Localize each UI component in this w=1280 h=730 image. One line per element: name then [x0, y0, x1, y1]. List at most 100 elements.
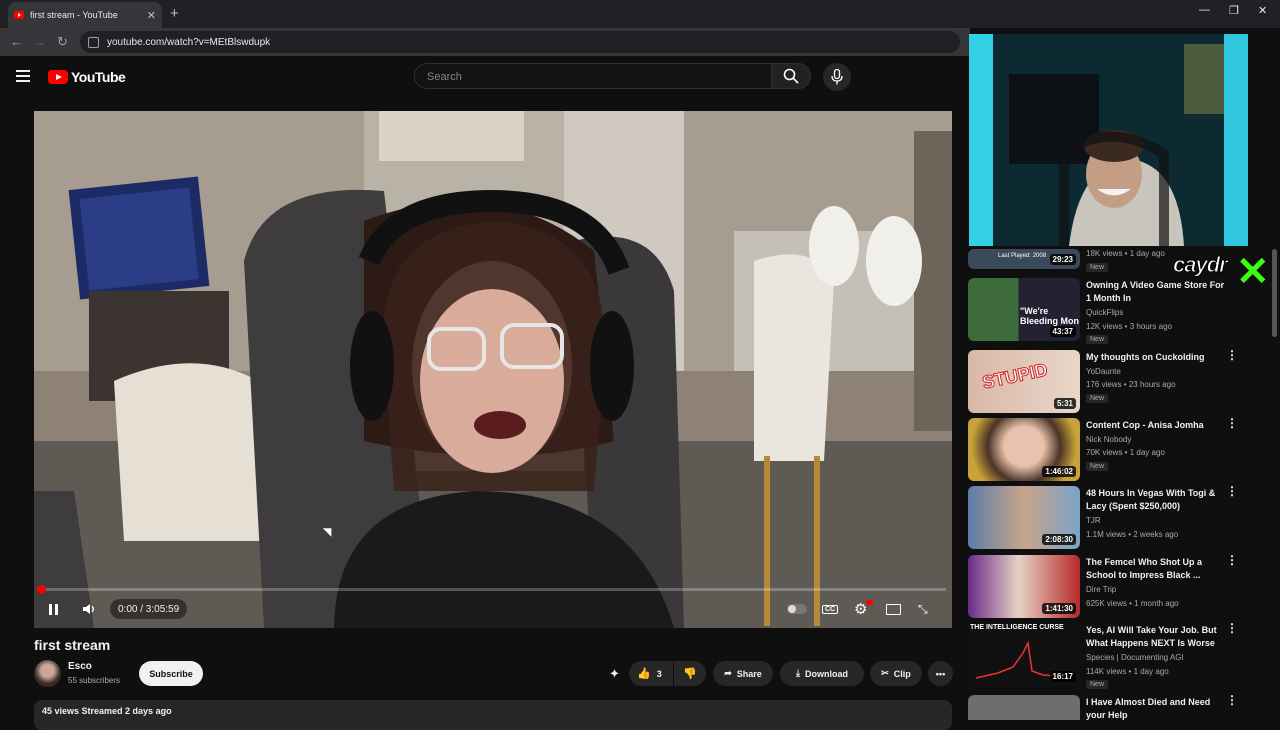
video-player[interactable]	[34, 111, 952, 628]
rec-title[interactable]: The Femcel Who Shot Up a School to Impre…	[1086, 556, 1226, 582]
more-actions-icon[interactable]: •••	[928, 661, 953, 686]
rec-title[interactable]: My thoughts on Cuckolding	[1086, 351, 1226, 364]
duration: 5:31	[1053, 398, 1076, 409]
forward-icon[interactable]: →	[33, 34, 46, 49]
captions-icon[interactable]: CC	[822, 600, 839, 618]
recommendation-thumbnail[interactable]: "We're Bleeding Mon 43:37	[968, 278, 1080, 341]
clip-button[interactable]: ✂ Clip	[870, 661, 922, 686]
more-options-icon[interactable]: ⋮	[1226, 694, 1238, 706]
new-badge: New	[1086, 335, 1109, 344]
progress-bar[interactable]	[37, 585, 946, 594]
recommendation-thumbnail[interactable]: 1:46:02	[968, 418, 1080, 481]
more-options-icon[interactable]: ⋮	[1226, 349, 1238, 361]
recommendation-thumbnail[interactable]: STUPID 5:31	[968, 350, 1080, 413]
duration: 1:41:30	[1042, 603, 1076, 614]
duration: 43:37	[1049, 326, 1076, 337]
download-button[interactable]: ⤓ Download	[780, 661, 864, 686]
close-window-icon[interactable]: ✕	[1258, 4, 1267, 17]
new-tab-button[interactable]: +	[170, 5, 179, 22]
rec-channel[interactable]: Dire Trip	[1086, 585, 1116, 594]
rec-meta: 625K views • 1 month ago	[1086, 599, 1179, 608]
site-info-icon[interactable]	[88, 36, 99, 48]
recommendation-thumbnail[interactable]: 2:08:30	[968, 486, 1080, 549]
recommendation-item[interactable]: THE INTELLIGENCE CURSE 16:17 Yes, AI Wil…	[968, 622, 1258, 689]
time-display: 0:00 / 3:05:59	[110, 599, 188, 619]
channel-name[interactable]: Esco	[68, 661, 92, 672]
like-button[interactable]: 👍 3	[629, 661, 673, 686]
rec-title[interactable]: I Have Almost Died and Need your Help	[1086, 696, 1226, 722]
rec-title[interactable]: 48 Hours In Vegas With Togi & Lacy (Spen…	[1086, 487, 1226, 513]
streamer-tag: caydr	[1173, 252, 1229, 278]
share-label: Share	[736, 668, 762, 679]
tab-title: first stream - YouTube	[30, 10, 118, 20]
microphone-icon	[831, 69, 843, 85]
rec-channel[interactable]: TJR	[1086, 516, 1101, 525]
browser-tab[interactable]: first stream - YouTube ✕	[8, 2, 162, 28]
address-bar[interactable]: youtube.com/watch?v=MEtBlswdupk	[80, 31, 960, 53]
share-icon: ➦	[724, 668, 732, 678]
rec-channel[interactable]: QuickFlips	[1086, 308, 1123, 317]
search-input[interactable]	[425, 64, 759, 90]
rec-channel[interactable]: YoDaunte	[1086, 367, 1121, 376]
dislike-button[interactable]: 👎	[674, 661, 706, 686]
rec-meta: 12K views • 3 hours ago	[1086, 322, 1172, 331]
theater-mode-icon[interactable]	[886, 600, 901, 618]
rec-title[interactable]: Yes, AI Will Take Your Job. But What Hap…	[1086, 624, 1226, 650]
more-options-icon[interactable]: ⋮	[1226, 554, 1238, 566]
recommendation-item[interactable]: "We're Bleeding Mon 43:37 Owning A Video…	[968, 278, 1258, 344]
rec-meta: 176 views • 23 hours ago	[1086, 380, 1176, 389]
more-options-icon[interactable]: ⋮	[1226, 622, 1238, 634]
search-button[interactable]	[771, 63, 811, 89]
share-button[interactable]: ➦ Share	[713, 661, 773, 686]
duration: 29:23	[1049, 254, 1076, 265]
subscriber-count: 55 subscribers	[68, 676, 121, 685]
new-badge: New	[1086, 263, 1109, 272]
rec-title[interactable]: Owning A Video Game Store For 1 Month In	[1086, 279, 1226, 305]
reload-icon[interactable]: ↻	[57, 34, 68, 50]
streamer-webcam	[969, 34, 1248, 246]
minimize-icon[interactable]: —	[1199, 4, 1210, 16]
rec-channel[interactable]: Nick Nobody	[1086, 435, 1131, 444]
rec-channel[interactable]: Species | Documenting AGI	[1086, 653, 1184, 662]
subscribe-button[interactable]: Subscribe	[139, 661, 203, 686]
fullscreen-icon[interactable]: ⤡	[918, 600, 928, 618]
channel-avatar[interactable]	[34, 660, 61, 687]
more-options-icon[interactable]: ⋮	[1226, 417, 1238, 429]
voice-search-button[interactable]	[823, 63, 851, 91]
hamburger-menu-icon[interactable]	[16, 70, 30, 85]
thumb-text: STUPID	[980, 359, 1050, 393]
url-text: youtube.com/watch?v=MEtBlswdupk	[107, 36, 271, 48]
restore-icon[interactable]: ❐	[1229, 4, 1239, 17]
close-tab-icon[interactable]: ✕	[147, 9, 156, 22]
pause-button[interactable]	[49, 600, 61, 618]
recommendation-item[interactable]: I Have Almost Died and Need your Help ⋮	[968, 694, 1258, 722]
more-options-icon[interactable]: ⋮	[1226, 485, 1238, 497]
youtube-logo[interactable]: YouTube	[48, 69, 126, 85]
back-icon[interactable]: ←	[10, 34, 23, 49]
rec-meta: 1.1M views • 2 weeks ago	[1086, 530, 1179, 539]
recommendation-thumbnail[interactable]: 1:41:30	[968, 555, 1080, 618]
recommendation-item[interactable]: STUPID 5:31 My thoughts on Cuckolding Yo…	[968, 349, 1258, 414]
like-count: 3	[656, 668, 662, 679]
scrubber-handle[interactable]	[37, 585, 46, 594]
duration: 1:46:02	[1042, 466, 1076, 477]
description-box[interactable]: 45 views Streamed 2 days ago	[34, 700, 952, 730]
rec-title[interactable]: Content Cop - Anisa Jomha	[1086, 419, 1226, 432]
search-box[interactable]	[414, 63, 772, 90]
download-icon: ⤓	[796, 668, 800, 678]
recommendation-item[interactable]: 2:08:30 48 Hours In Vegas With Togi & La…	[968, 485, 1258, 550]
duration: 16:17	[1049, 671, 1076, 682]
rec-meta: 18K views • 1 day ago	[1086, 249, 1165, 258]
hype-icon[interactable]: ✦	[609, 666, 620, 682]
volume-icon[interactable]	[82, 600, 96, 618]
recommendation-thumbnail[interactable]: THE INTELLIGENCE CURSE 16:17	[968, 623, 1080, 686]
settings-gear-icon[interactable]: ⚙	[854, 600, 873, 618]
recommendation-thumbnail[interactable]: Last Played: 2008 29:23	[968, 249, 1080, 269]
autoplay-toggle[interactable]	[787, 600, 807, 618]
rec-meta: 70K views • 1 day ago	[1086, 448, 1165, 457]
recommendation-thumbnail[interactable]	[968, 695, 1080, 720]
new-badge: New	[1086, 462, 1109, 471]
scissors-icon: ✂	[881, 668, 889, 678]
recommendation-item[interactable]: 1:46:02 Content Cop - Anisa Jomha Nick N…	[968, 417, 1258, 482]
recommendation-item[interactable]: 1:41:30 The Femcel Who Shot Up a School …	[968, 554, 1258, 619]
